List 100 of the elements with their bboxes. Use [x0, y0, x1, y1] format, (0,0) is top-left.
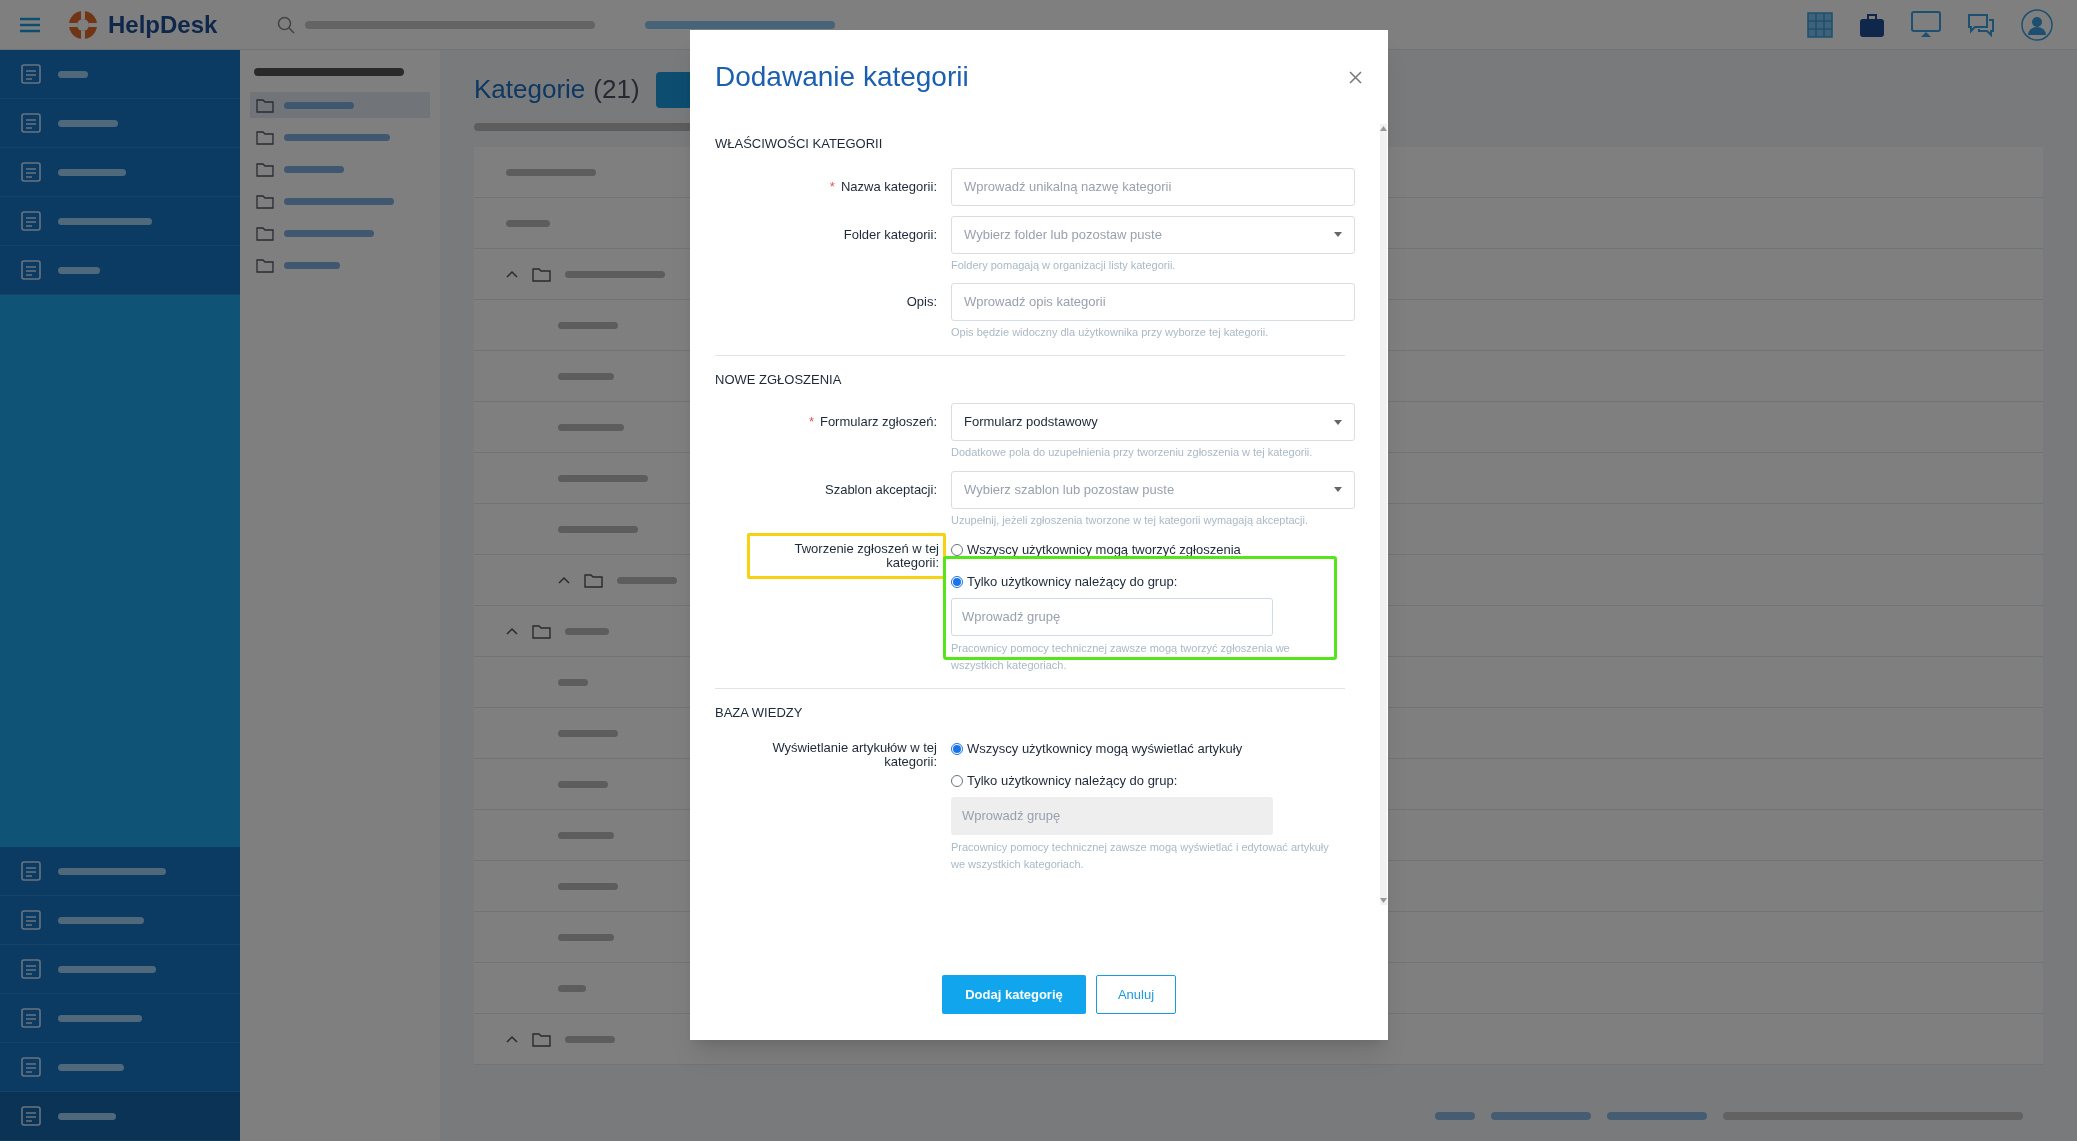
folder-icon	[584, 572, 603, 588]
document-icon	[20, 63, 42, 85]
section-heading: WŁAŚCIWOŚCI KATEGORII	[715, 135, 884, 153]
blurred-text	[58, 119, 118, 127]
lifebuoy-icon	[68, 9, 98, 40]
blurred-text	[284, 261, 340, 269]
cancel-button[interactable]: Anuluj	[1096, 975, 1176, 1014]
folder-icon	[532, 266, 551, 282]
scrollbar[interactable]	[1380, 124, 1387, 905]
document-icon	[20, 161, 42, 183]
blurred-text	[558, 780, 608, 788]
blurred-text	[284, 165, 344, 173]
blurred-text	[58, 168, 126, 176]
help-text: Pracownicy pomocy technicznej zawsze mogą tworzyć zgłoszenia we wszystkich kategoriach.	[951, 641, 1291, 673]
caret-icon[interactable]	[506, 626, 518, 636]
settings-menu-item[interactable]	[250, 92, 430, 118]
search-icon	[277, 15, 296, 34]
radio-option[interactable]: Tylko użytkownicy należący do grup:	[951, 570, 1355, 594]
folder-icon	[532, 623, 551, 639]
briefcase-icon[interactable]	[1859, 11, 1885, 38]
input-field[interactable]: Wprowadź opis kategorii	[951, 283, 1355, 321]
caret-icon	[1334, 419, 1342, 425]
folder-icon	[256, 161, 274, 177]
required-mark: *	[808, 415, 814, 429]
blurred-text	[284, 101, 354, 109]
field-label: Opis:	[906, 295, 937, 309]
blurred-text	[58, 70, 88, 78]
category-count: (21)	[593, 73, 640, 106]
blurred-text	[558, 321, 618, 329]
blurred-text	[506, 219, 550, 227]
input-field[interactable]: Wprowadź grupę	[951, 598, 1273, 636]
menu-icon[interactable]	[19, 16, 41, 33]
radio-option[interactable]: Wszyscy użytkownicy mogą wyświetlać artykuły	[951, 736, 1355, 761]
document-icon	[20, 1056, 42, 1078]
caret-icon[interactable]	[506, 269, 518, 279]
input-field: Wprowadź grupę	[951, 796, 1273, 835]
folder-icon	[256, 257, 274, 273]
caret-icon	[1334, 232, 1342, 237]
blurred-text	[558, 423, 624, 431]
close-icon[interactable]	[1349, 70, 1362, 84]
dropdown[interactable]: Wybierz folder lub pozostaw puste	[951, 215, 1355, 254]
scroll-down-icon[interactable]	[1380, 898, 1387, 903]
help-text: Uzupełnij, jeżeli zgłoszenia tworzone w tej kategorii wymagają akceptacji.	[951, 512, 1310, 528]
document-icon	[20, 1105, 42, 1127]
blurred-text	[558, 882, 618, 890]
input-field[interactable]: Wprowadź unikalną nazwę kategorii	[951, 167, 1355, 206]
blurred-text	[617, 576, 677, 584]
document-icon	[20, 909, 42, 931]
radio-option[interactable]: Tylko użytkownicy należący do grup:	[951, 768, 1355, 793]
scroll-up-icon[interactable]	[1380, 126, 1387, 131]
chat-icon[interactable]	[1967, 12, 1995, 37]
field-label: Folder kategorii:	[843, 227, 937, 242]
dialog-title: Dodawanie kategorii	[715, 60, 969, 94]
add-category-button[interactable]: Dodaj kategorię	[942, 975, 1086, 1014]
field-label: Nazwa kategorii:	[840, 179, 937, 194]
blurred-text	[558, 678, 588, 686]
document-icon	[20, 860, 42, 882]
help-text: Dodatkowe pola do uzupełnienia przy tworzeniu zgłoszenia w tej kategorii.	[951, 445, 1314, 460]
required-mark: *	[829, 179, 835, 194]
help-text: Pracownicy pomocy technicznej zawsze mogą wyświetlać i edytować artykuły we wszystkich kategoriach.	[951, 839, 1330, 872]
help-text: Foldery pomagają w organizacji listy kategorii.	[951, 257, 1177, 273]
blurred-text	[58, 266, 100, 274]
blurred-link[interactable]	[1435, 1112, 1475, 1120]
folder-icon	[532, 1031, 551, 1047]
page-title: Kategorie	[474, 73, 586, 106]
dropdown[interactable]: Formularz podstawowy	[951, 403, 1355, 441]
blurred-text	[58, 1112, 116, 1120]
folder-icon	[256, 97, 274, 113]
document-icon	[20, 958, 42, 980]
caret-icon[interactable]	[558, 575, 570, 585]
section-heading: NOWE ZGŁOSZENIA	[715, 370, 843, 389]
field-label: Formularz zgłoszeń:	[819, 415, 937, 429]
field-label: Szablon akceptacji:	[825, 482, 937, 497]
grid-icon[interactable]	[1807, 11, 1833, 38]
monitor-icon[interactable]	[1911, 10, 1941, 39]
section-heading: BAZA WIEDZY	[715, 704, 804, 722]
blurred-text	[58, 1063, 124, 1071]
dropdown[interactable]: Wybierz szablon lub pozostaw puste	[951, 470, 1355, 509]
document-icon	[20, 112, 42, 134]
folder-icon	[256, 225, 274, 241]
folder-icon	[256, 193, 274, 209]
folder-icon	[256, 129, 274, 145]
blurred-text	[558, 984, 586, 992]
blurred-text	[558, 729, 618, 737]
caret-icon[interactable]	[506, 1034, 518, 1044]
blurred-text	[565, 1035, 615, 1043]
avatar-icon[interactable]	[2021, 8, 2053, 41]
blurred-text	[558, 372, 614, 380]
caret-icon	[1334, 487, 1342, 492]
field-label: Wyświetlanie artykułów w tej kategorii:	[772, 739, 937, 769]
app-name: HelpDesk	[108, 9, 218, 40]
blurred-text	[558, 933, 614, 941]
nav-item[interactable]	[0, 1092, 240, 1141]
blurred-text	[565, 627, 609, 635]
document-icon	[20, 210, 42, 232]
help-text: Opis będzie widoczny dla użytkownika przy wyborze tej kategorii.	[951, 325, 1270, 340]
field-label: Tworzenie zgłoszeń w tej kategorii:	[794, 541, 939, 570]
blurred-link[interactable]	[645, 20, 836, 29]
document-icon	[20, 1007, 42, 1029]
blurred-text	[558, 831, 614, 839]
